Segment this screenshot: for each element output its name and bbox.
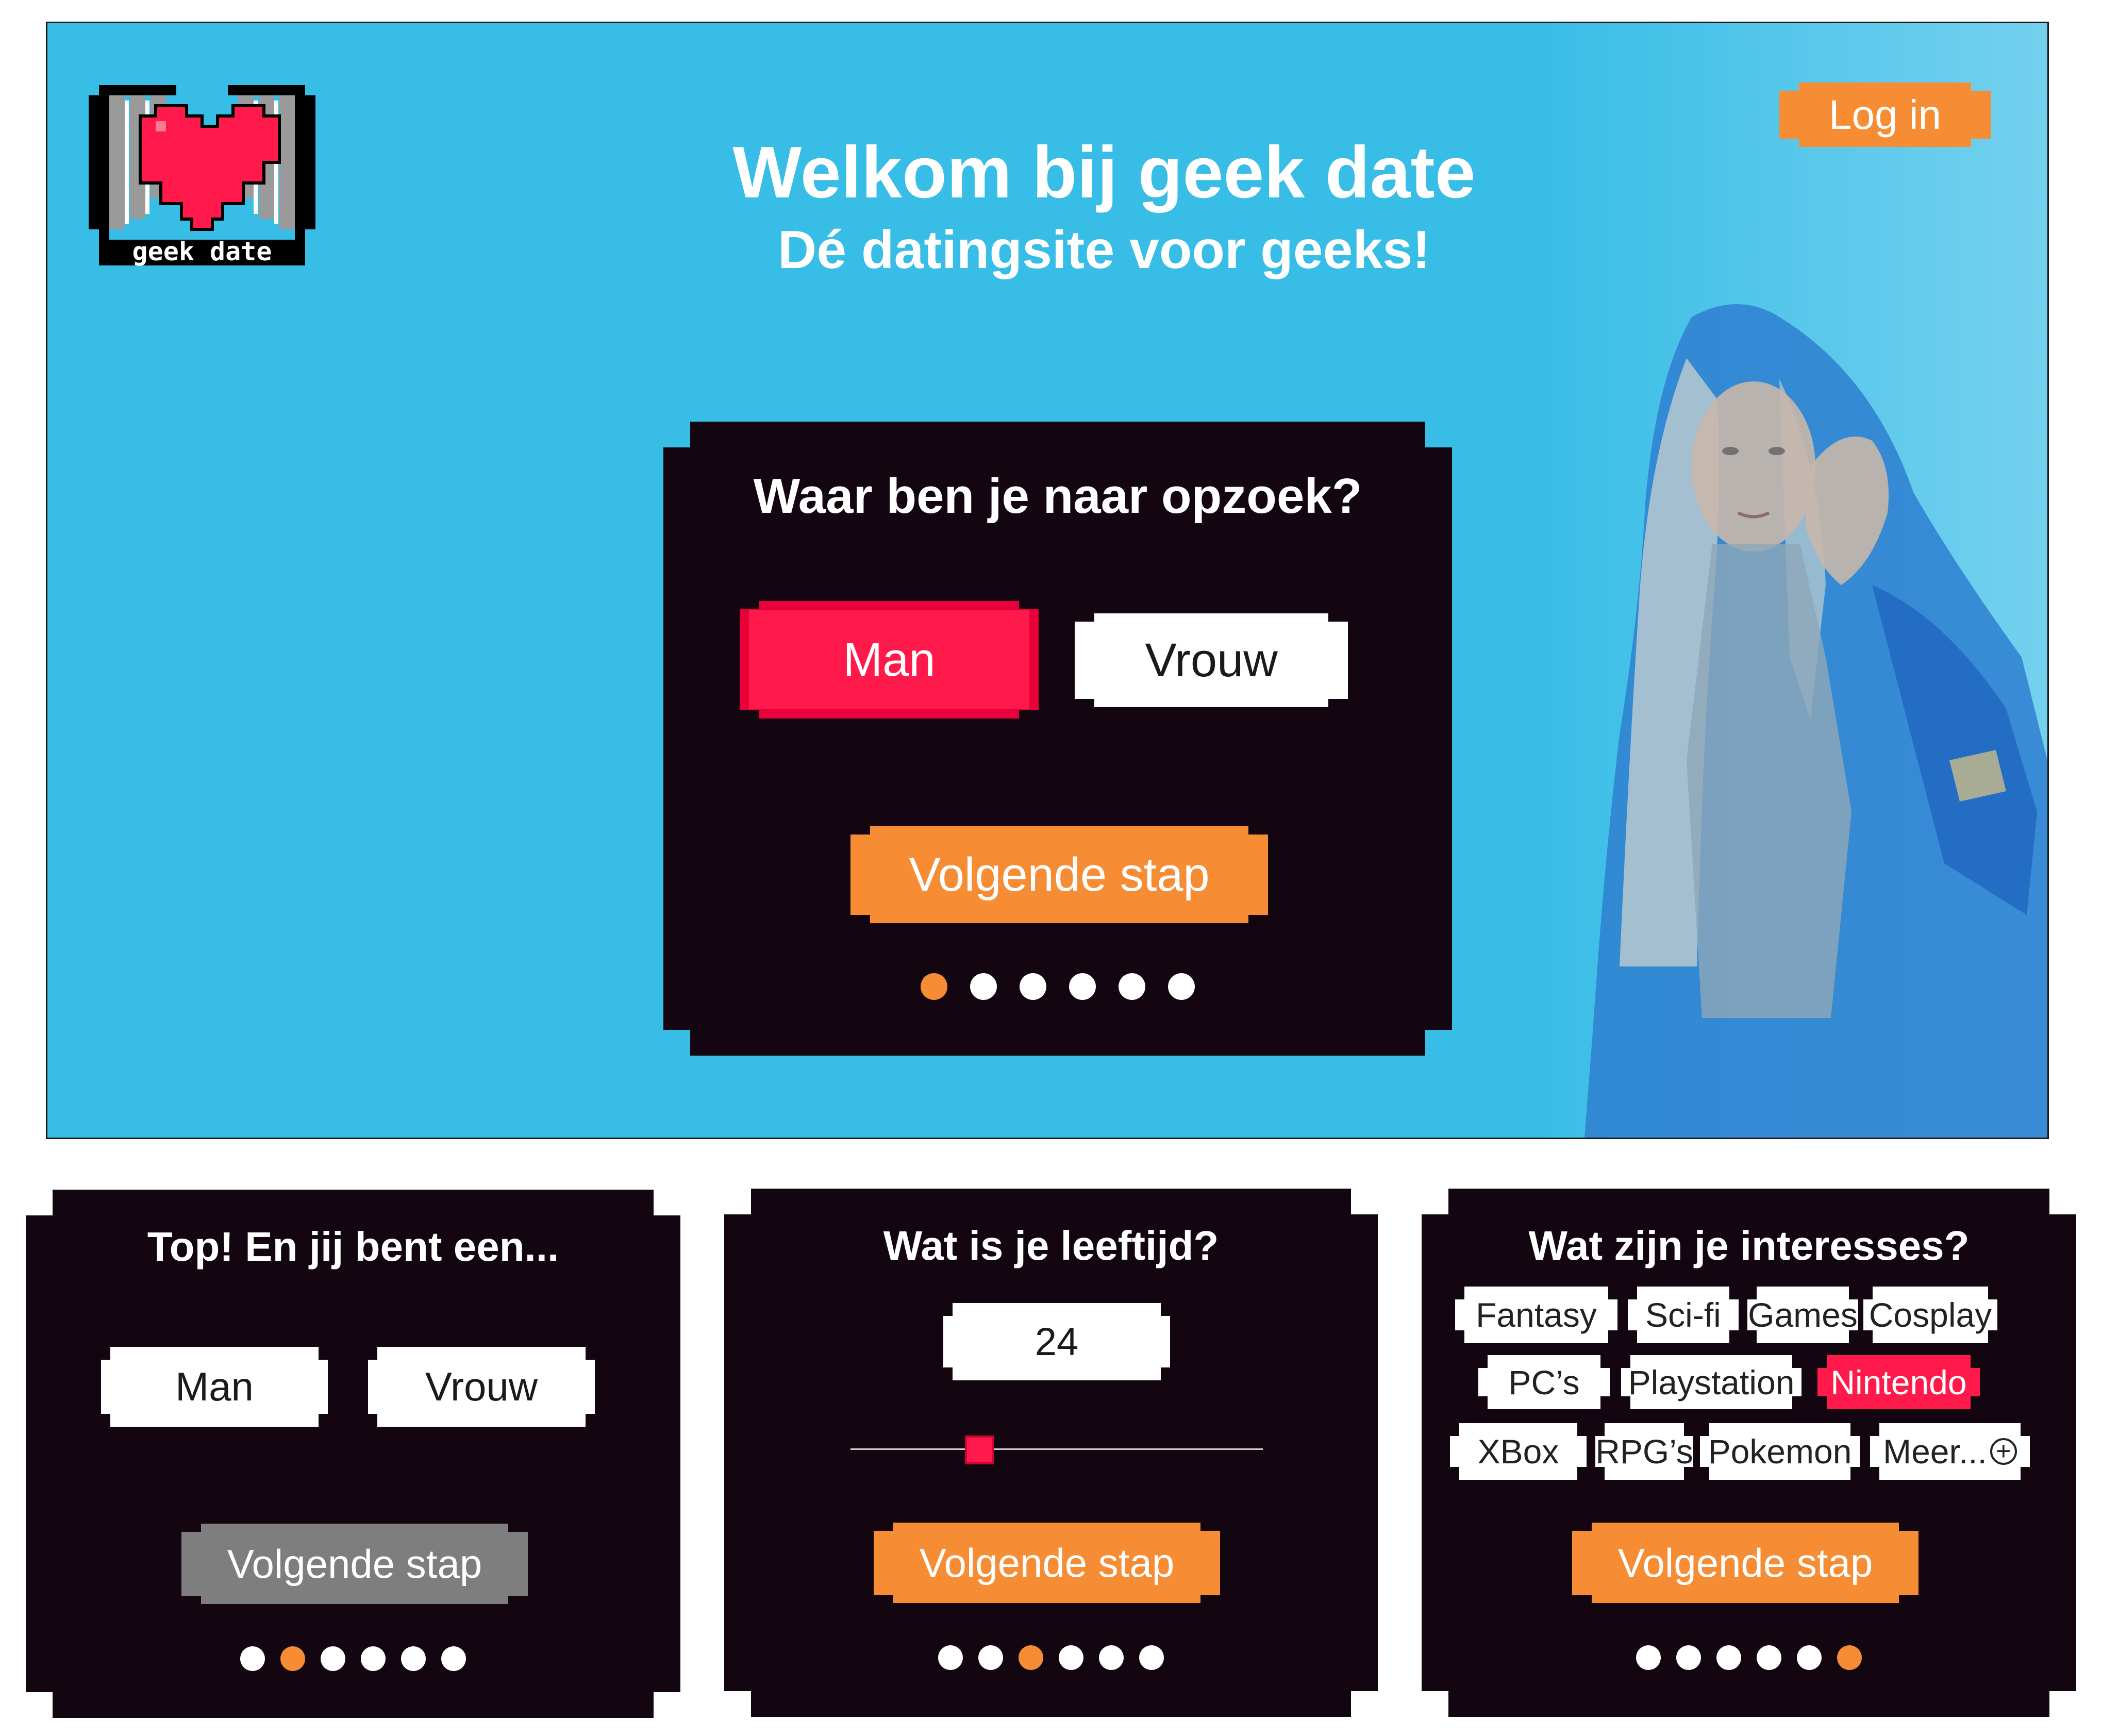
age-slider-handle[interactable] [965,1435,994,1464]
step1-vrouw-button[interactable]: Vrouw [1075,613,1348,707]
progress-dot [361,1646,386,1671]
interest-nintendo[interactable]: Nintendo [1817,1355,1980,1409]
progress-dot [978,1645,1003,1670]
login-button[interactable]: Log in [1779,82,1991,147]
progress-dot [280,1646,305,1671]
interest-rpgs[interactable]: RPG’s [1595,1423,1693,1480]
progress-dot [240,1646,265,1671]
step1-title: Waar ben je naar opzoek? [753,469,1362,524]
interest-more-button[interactable]: Meer... + [1870,1423,2030,1480]
hero-photo [1584,304,2047,1138]
interest-games[interactable]: Games [1747,1287,1858,1343]
step1-progress-dots [663,973,1452,1000]
step4-progress-dots [1422,1645,2076,1670]
step4-next-button[interactable]: Volgende stap [1572,1523,1919,1603]
progress-dot [1019,1645,1043,1670]
progress-dot [1168,973,1195,1000]
progress-dot [1636,1645,1661,1670]
interest-fantasy[interactable]: Fantasy [1455,1287,1617,1343]
interest-pcs[interactable]: PC’s [1478,1355,1610,1409]
age-slider[interactable] [850,1433,1263,1464]
progress-dot [1069,973,1096,1000]
progress-dot [401,1646,426,1671]
progress-dot [1757,1645,1781,1670]
interest-xbox[interactable]: XBox [1450,1423,1587,1480]
plus-circle-icon: + [1990,1438,2017,1465]
step2-next-button: Volgende stap [181,1524,528,1604]
progress-dot [1837,1645,1862,1670]
step1-next-button[interactable]: Volgende stap [850,826,1268,923]
interest-sci-fi[interactable]: Sci-fi [1628,1287,1739,1343]
progress-dot [1716,1645,1741,1670]
progress-dot [1797,1645,1822,1670]
progress-dot [1119,973,1145,1000]
progress-dot [1059,1645,1083,1670]
step2-vrouw-button[interactable]: Vrouw [368,1347,595,1427]
progress-dot [1020,973,1046,1000]
hero-subtitle: Dé datingsite voor geeks! [778,220,1430,280]
step1-card: Waar ben je naar opzoek? Man Vrouw Volge… [663,422,1452,1056]
age-input[interactable]: 24 [943,1303,1170,1380]
step2-card: Top! En jij bent een... Man Vrouw Volgen… [26,1190,680,1718]
progress-dot [1099,1645,1124,1670]
hero-banner: geek date Welkom bij geek date Dé dating… [46,22,2049,1139]
progress-dot [441,1646,466,1671]
geek-date-logo[interactable]: geek date [89,70,315,276]
step3-progress-dots [724,1645,1378,1670]
progress-dot [970,973,997,1000]
interest-pokemon[interactable]: Pokemon [1700,1423,1860,1480]
step3-card: Wat is je leeftijd? 24 Volgende stap [724,1189,1378,1717]
step1-man-button[interactable]: Man [740,601,1039,719]
hero-title: Welkom bij geek date [732,131,1476,213]
step2-progress-dots [26,1646,680,1671]
progress-dot [938,1645,963,1670]
step2-title: Top! En jij bent een... [147,1224,559,1270]
step3-title: Wat is je leeftijd? [883,1223,1219,1268]
step3-next-button[interactable]: Volgende stap [874,1523,1220,1603]
age-slider-track [850,1448,1263,1450]
interest-playstation[interactable]: Playstation [1621,1355,1801,1409]
step2-man-button[interactable]: Man [101,1347,328,1427]
progress-dot [1139,1645,1164,1670]
step4-title: Wat zijn je interesses? [1528,1223,1970,1268]
interest-cosplay[interactable]: Cosplay [1863,1287,1997,1343]
progress-dot [321,1646,345,1671]
progress-dot [1676,1645,1701,1670]
logo-text: geek date [132,237,272,266]
step4-card: Wat zijn je interesses? Fantasy Sci-fi G… [1422,1189,2076,1717]
progress-dot [921,973,947,1000]
interest-more-label: Meer... [1883,1432,1987,1471]
